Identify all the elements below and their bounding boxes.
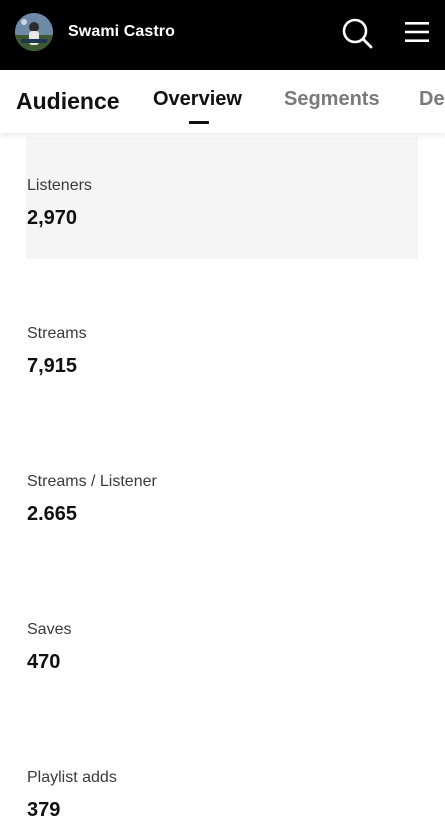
metric-card-streams-per-listener[interactable]: Streams / Listener 2.665 xyxy=(26,433,418,555)
metric-label: Playlist adds xyxy=(27,769,117,786)
metric-card-saves[interactable]: Saves 470 xyxy=(26,581,418,703)
metric-label: Streams / Listener xyxy=(27,473,157,490)
metric-label: Listeners xyxy=(27,177,92,194)
active-tab-indicator xyxy=(189,121,209,124)
metric-label: Streams xyxy=(27,325,87,342)
tab-overview[interactable]: Overview xyxy=(153,88,242,111)
metric-card-streams[interactable]: Streams 7,915 xyxy=(26,285,418,407)
user-name[interactable]: Swami Castro xyxy=(68,23,175,41)
user-avatar[interactable] xyxy=(15,13,53,51)
hamburger-menu-icon[interactable] xyxy=(404,20,430,44)
tab-segments[interactable]: Segments xyxy=(284,88,380,111)
metric-value: 7,915 xyxy=(27,355,78,377)
metric-value: 2,970 xyxy=(27,207,78,229)
top-bar: Swami Castro xyxy=(0,0,445,70)
metric-label: Saves xyxy=(27,621,72,638)
search-icon[interactable] xyxy=(341,17,373,49)
metric-value: 2.665 xyxy=(27,503,78,525)
metric-value: 470 xyxy=(27,651,61,673)
section-nav: Audience Overview Segments De xyxy=(0,70,445,133)
metric-card-playlist-adds[interactable]: Playlist adds 379 xyxy=(26,729,418,821)
metric-card-listeners[interactable]: Listeners 2,970 xyxy=(26,137,418,259)
avatar-image xyxy=(15,13,53,51)
page-title: Audience xyxy=(16,88,120,114)
tab-demographics[interactable]: De xyxy=(419,88,445,111)
